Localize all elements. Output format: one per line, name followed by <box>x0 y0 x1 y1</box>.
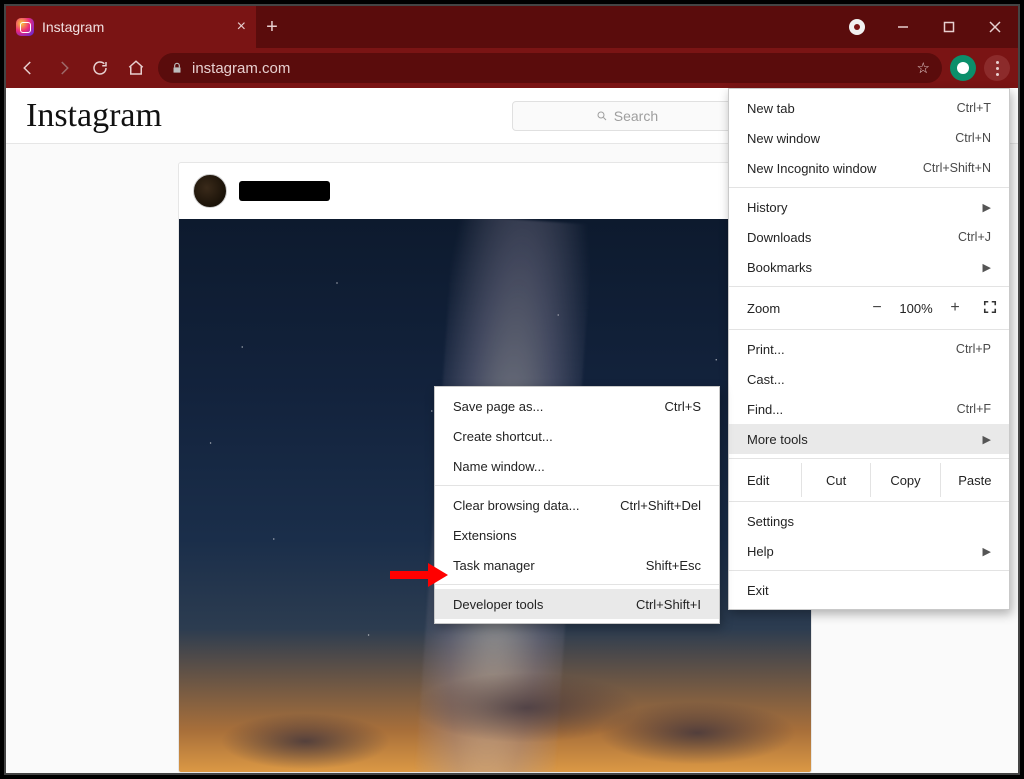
submenu-task-manager[interactable]: Task managerShift+Esc <box>435 550 719 580</box>
window-maximize-button[interactable] <box>926 6 972 48</box>
instagram-search-input[interactable]: Search <box>512 101 742 131</box>
menu-more-tools[interactable]: More tools▶ <box>729 424 1009 454</box>
edit-paste-button[interactable]: Paste <box>940 463 1009 497</box>
lock-icon <box>170 61 184 75</box>
window-close-button[interactable] <box>972 6 1018 48</box>
menu-new-tab[interactable]: New tabCtrl+T <box>729 93 1009 123</box>
menu-print[interactable]: Print...Ctrl+P <box>729 334 1009 364</box>
back-button[interactable] <box>14 54 42 82</box>
menu-find[interactable]: Find...Ctrl+F <box>729 394 1009 424</box>
menu-help[interactable]: Help▶ <box>729 536 1009 566</box>
menu-settings[interactable]: Settings <box>729 506 1009 536</box>
menu-exit[interactable]: Exit <box>729 575 1009 605</box>
address-bar[interactable]: instagram.com ☆ <box>158 53 942 83</box>
zoom-in-button[interactable]: + <box>939 299 971 317</box>
new-tab-button[interactable]: + <box>256 6 288 48</box>
more-tools-submenu: Save page as...Ctrl+S Create shortcut...… <box>434 386 720 624</box>
post-header: ████████ <box>179 163 811 219</box>
reload-button[interactable] <box>86 54 114 82</box>
menu-downloads[interactable]: DownloadsCtrl+J <box>729 222 1009 252</box>
tab-close-icon[interactable]: × <box>237 18 246 36</box>
search-placeholder: Search <box>614 108 658 124</box>
menu-edit-row: Edit Cut Copy Paste <box>729 463 1009 497</box>
submenu-save-page[interactable]: Save page as...Ctrl+S <box>435 391 719 421</box>
titlebar: Instagram × + <box>6 6 1018 48</box>
submenu-extensions[interactable]: Extensions <box>435 520 719 550</box>
search-icon <box>596 110 608 122</box>
chrome-menu-button[interactable] <box>984 55 1010 81</box>
forward-button[interactable] <box>50 54 78 82</box>
bookmark-star-icon[interactable]: ☆ <box>917 59 930 77</box>
submenu-arrow-icon: ▶ <box>983 261 991 274</box>
menu-history[interactable]: History▶ <box>729 192 1009 222</box>
edit-cut-button[interactable]: Cut <box>801 463 870 497</box>
submenu-arrow-icon: ▶ <box>983 545 991 558</box>
post-username[interactable]: ████████ <box>239 181 330 201</box>
menu-new-incognito[interactable]: New Incognito windowCtrl+Shift+N <box>729 153 1009 183</box>
extension-icon[interactable] <box>950 55 976 81</box>
annotation-arrow-icon <box>388 561 448 589</box>
fullscreen-button[interactable] <box>971 300 1009 317</box>
zoom-out-button[interactable]: − <box>861 299 893 317</box>
menu-bookmarks[interactable]: Bookmarks▶ <box>729 252 1009 282</box>
menu-zoom-row: Zoom − 100% + <box>729 291 1009 325</box>
menu-new-window[interactable]: New windowCtrl+N <box>729 123 1009 153</box>
zoom-value: 100% <box>893 301 939 316</box>
submenu-clear-browsing-data[interactable]: Clear browsing data...Ctrl+Shift+Del <box>435 490 719 520</box>
submenu-name-window[interactable]: Name window... <box>435 451 719 481</box>
instagram-favicon-icon <box>16 18 34 36</box>
zoom-label: Zoom <box>729 301 861 316</box>
edit-copy-button[interactable]: Copy <box>870 463 939 497</box>
home-button[interactable] <box>122 54 150 82</box>
url-text: instagram.com <box>192 60 290 77</box>
submenu-developer-tools[interactable]: Developer toolsCtrl+Shift+I <box>435 589 719 619</box>
menu-cast[interactable]: Cast... <box>729 364 1009 394</box>
window-minimize-button[interactable] <box>880 6 926 48</box>
tab-title: Instagram <box>42 19 104 35</box>
browser-tab[interactable]: Instagram × <box>6 6 256 48</box>
submenu-arrow-icon: ▶ <box>983 201 991 214</box>
instagram-logo[interactable]: Instagram <box>26 97 162 135</box>
submenu-arrow-icon: ▶ <box>983 433 991 446</box>
account-indicator-icon[interactable] <box>834 6 880 48</box>
submenu-create-shortcut[interactable]: Create shortcut... <box>435 421 719 451</box>
toolbar: instagram.com ☆ <box>6 48 1018 88</box>
edit-label: Edit <box>729 473 801 488</box>
chrome-main-menu: New tabCtrl+T New windowCtrl+N New Incog… <box>728 88 1010 610</box>
avatar[interactable] <box>193 174 227 208</box>
